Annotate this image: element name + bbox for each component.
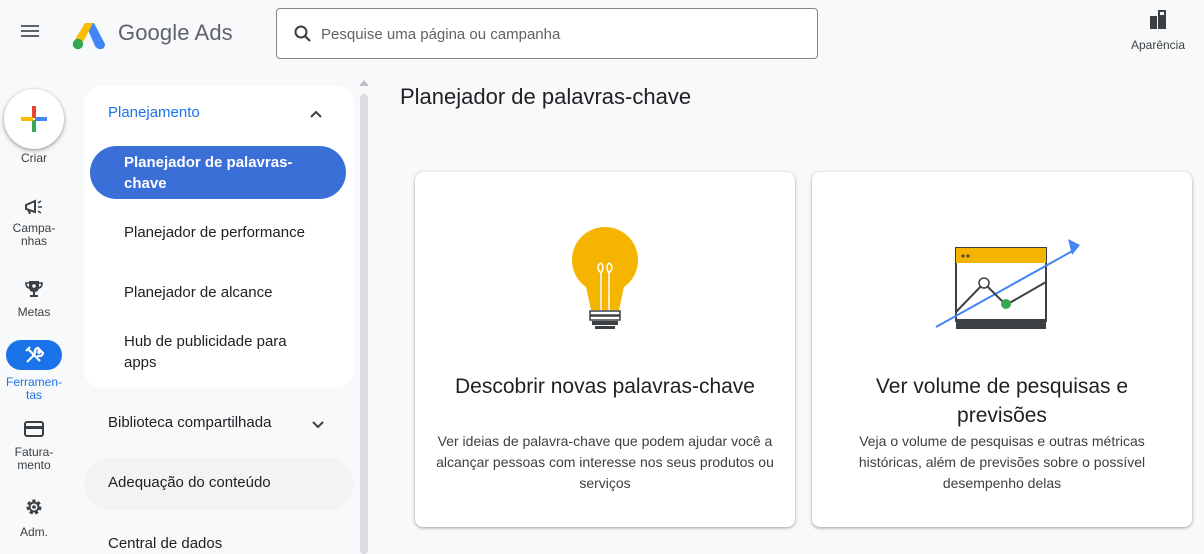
tools-icon	[25, 346, 45, 363]
trend-chart-icon	[935, 239, 1080, 329]
scroll-thumb[interactable]	[360, 94, 368, 554]
rail-item-billing[interactable]: Fatura- mento	[0, 418, 68, 472]
card-description: Ver ideias de palavra-chave que podem aj…	[436, 433, 774, 491]
planning-nav-panel: Planejamento Planejador de palavras-chav…	[84, 86, 354, 388]
card-title: Ver volume de pesquisas e previsões	[875, 375, 1129, 427]
create-button[interactable]	[4, 89, 64, 149]
rail-campaigns-label: Campa- nhas	[12, 221, 56, 248]
left-rail: Criar Campa- nhas Metas Ferramen- tas Fa…	[0, 68, 72, 552]
rail-billing-label: Fatura- mento	[14, 445, 54, 472]
megaphone-icon	[25, 199, 42, 215]
appearance-label: Aparência	[1130, 38, 1186, 52]
nav-item-performance-planner[interactable]: Planejador de performance	[124, 222, 334, 243]
tools-active-pill	[6, 340, 62, 370]
rail-item-admin[interactable]: Adm.	[0, 496, 68, 539]
lightbulb-icon	[572, 227, 638, 329]
nav-item-app-advertising-hub[interactable]: Hub de publicidade para apps	[124, 331, 314, 373]
brand-name: Google Ads	[118, 20, 233, 45]
rail-create-label-wrap[interactable]: Criar	[0, 152, 68, 165]
search-volume-card[interactable]: Ver volume de pesquisas e previsões Veja…	[812, 172, 1192, 527]
search-input[interactable]	[321, 22, 801, 46]
nav-section-title[interactable]: Planejamento	[108, 104, 200, 121]
menu-icon[interactable]	[18, 22, 44, 46]
discover-keywords-card[interactable]: Descobrir novas palavras-chave Ver ideia…	[415, 172, 795, 527]
rail-admin-label: Adm.	[19, 525, 48, 539]
chevron-down-icon[interactable]	[310, 416, 326, 432]
card-description: Veja o volume de pesquisas e outras métr…	[858, 433, 1146, 491]
rail-goals-label: Metas	[17, 305, 51, 319]
rail-item-goals[interactable]: Metas	[0, 278, 68, 319]
card-title: Descobrir novas palavras-chave	[455, 375, 755, 398]
nav-item-shared-library[interactable]: Biblioteca compartilhada	[108, 414, 271, 431]
google-ads-logo[interactable]	[72, 20, 106, 50]
scroll-up-arrow[interactable]	[359, 80, 369, 86]
rail-create-label: Criar	[21, 151, 47, 165]
rail-item-campaigns[interactable]: Campa- nhas	[0, 196, 68, 248]
gear-icon	[26, 499, 42, 515]
nav-item-reach-planner[interactable]: Planejador de alcance	[124, 282, 334, 303]
rail-item-tools[interactable]: Ferramen- tas	[0, 340, 68, 402]
chevron-up-icon[interactable]	[308, 106, 324, 122]
appearance-icon	[1150, 10, 1166, 29]
nav-item-keyword-planner[interactable]: Planejador de palavras-chave	[90, 146, 346, 199]
appearance-button[interactable]: Aparência	[1118, 4, 1198, 64]
nav-item-keyword-planner-label: Planejador de palavras-chave	[124, 154, 293, 192]
rail-tools-label: Ferramen- tas	[5, 375, 62, 402]
trophy-icon	[25, 281, 43, 297]
search-icon	[294, 25, 311, 42]
page-title: Planejador de palavras-chave	[400, 84, 692, 109]
nav-item-data-hub[interactable]: Central de dados	[108, 535, 222, 552]
top-bar: Google Ads Aparência	[0, 0, 1204, 68]
plus-icon	[21, 106, 47, 132]
credit-card-icon	[24, 421, 44, 437]
nav-scrollbar[interactable]	[356, 78, 372, 554]
search-box[interactable]	[276, 8, 818, 59]
nav-item-content-suitability[interactable]: Adequação do conteúdo	[108, 474, 271, 491]
